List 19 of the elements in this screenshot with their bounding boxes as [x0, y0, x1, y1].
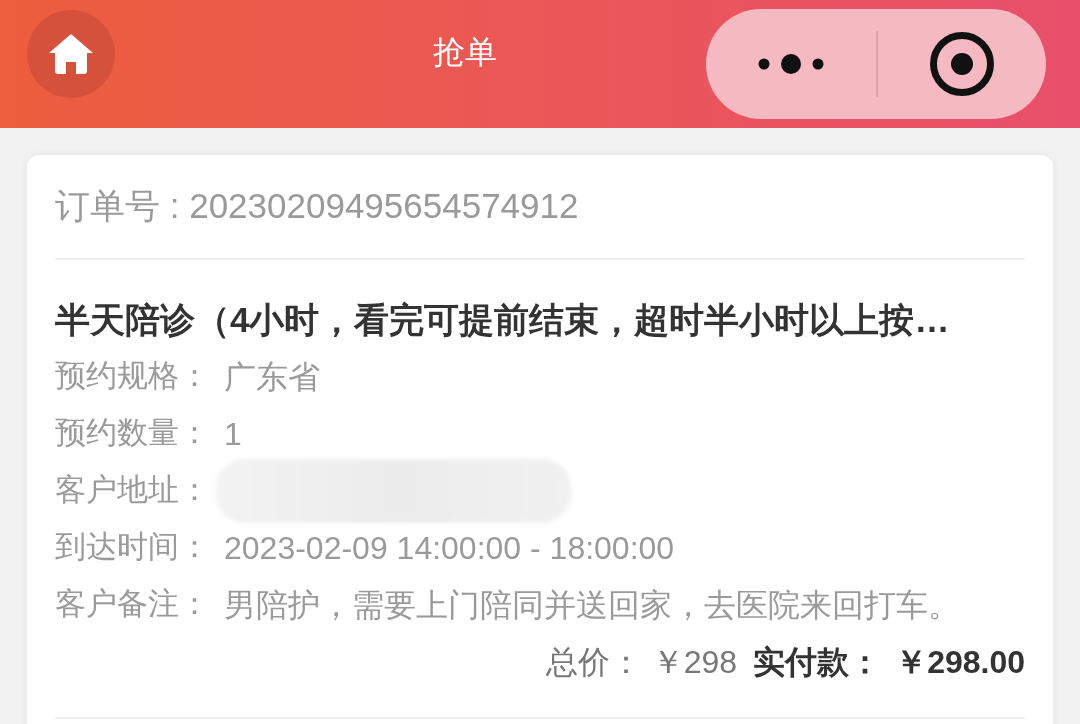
order-number: 订单号 : 20230209495654574912: [55, 185, 579, 228]
field-value: 1: [224, 414, 242, 454]
home-icon: [49, 34, 93, 74]
target-icon: [930, 32, 994, 96]
service-title: 半天陪诊（4小时，看完可提前结束，超时半小时以上按…: [55, 299, 951, 341]
field-value: 广东省: [224, 357, 320, 397]
field-label: 客户备注：: [55, 585, 211, 624]
total-price: ￥298: [651, 643, 738, 682]
total-label: 总价：: [545, 643, 642, 682]
paid-label: 实付款：: [753, 643, 882, 682]
field-label: 客户地址：: [55, 471, 211, 510]
page-title: 抢单: [433, 33, 497, 71]
field-label: 预约数量：: [55, 414, 211, 453]
field-value: 男陪护，需要上门陪同并送回家，去医院来回打车。: [224, 585, 960, 625]
paid-amount: ￥298.00: [895, 643, 1025, 682]
more-icon: [758, 53, 824, 75]
field-label: 到达时间：: [55, 528, 211, 567]
field-value: 2023-02-09 14:00:00 - 18:00:00: [224, 528, 675, 568]
field-label: 预约规格：: [55, 357, 211, 396]
